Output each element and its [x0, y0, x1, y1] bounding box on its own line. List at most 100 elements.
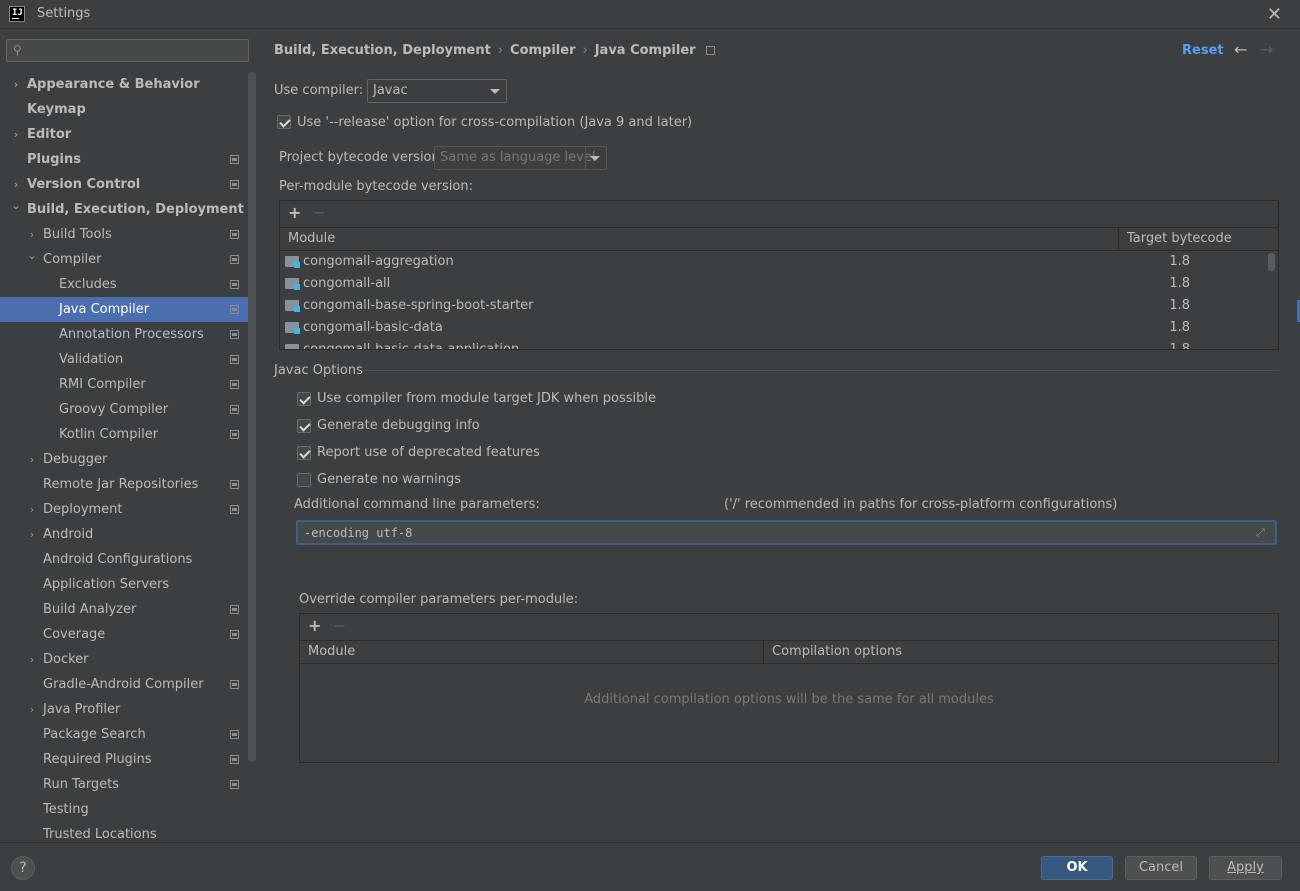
sidebar-item[interactable]: Annotation Processors [0, 322, 248, 347]
column-header-compilation-options[interactable]: Compilation options [763, 641, 1278, 663]
sidebar-item[interactable]: Keymap [0, 97, 248, 122]
table-row[interactable]: congomall-aggregation 1.8 [280, 251, 1268, 273]
reset-link[interactable]: Reset [1182, 43, 1224, 58]
table-header: Module Compilation options [300, 640, 1278, 664]
sidebar-item-label: Groovy Compiler [59, 402, 169, 417]
project-level-icon [230, 630, 239, 639]
chevron-right-icon[interactable]: › [10, 122, 22, 147]
breadcrumb-item-compiler[interactable]: Compiler [510, 43, 575, 58]
javac-option-checkbox[interactable] [297, 446, 311, 460]
sidebar-item[interactable]: Validation [0, 347, 248, 372]
module-target-version[interactable]: 1.8 [1169, 339, 1190, 349]
sidebar-item[interactable]: Plugins [0, 147, 248, 172]
sidebar-item[interactable]: Coverage [0, 622, 248, 647]
module-target-version[interactable]: 1.8 [1169, 251, 1190, 273]
table-scrollbar[interactable] [1268, 253, 1275, 271]
sidebar-item[interactable]: Kotlin Compiler [0, 422, 248, 447]
javac-option-label: Use compiler from module target JDK when… [317, 391, 656, 406]
column-header-module[interactable]: Module [300, 641, 763, 663]
chevron-right-icon[interactable]: › [26, 522, 38, 547]
project-level-icon [230, 680, 239, 689]
sidebar-item[interactable]: Java Compiler [0, 297, 248, 322]
project-level-icon [230, 305, 239, 314]
javac-option-checkbox[interactable] [297, 473, 311, 487]
sidebar-item-label: Validation [59, 352, 124, 367]
settings-search-box[interactable]: ⚲ [6, 39, 249, 62]
back-arrow-icon[interactable]: ← [1234, 40, 1247, 59]
cancel-button[interactable]: Cancel [1125, 856, 1197, 880]
bytecode-version-dropdown[interactable]: Same as language level [434, 146, 607, 170]
sidebar-item-label: Kotlin Compiler [59, 427, 159, 442]
table-row[interactable]: congomall-basic-data 1.8 [280, 317, 1268, 339]
project-level-icon [230, 155, 239, 164]
remove-icon[interactable]: − [333, 616, 346, 635]
expand-icon[interactable]: ⤢ [1256, 526, 1265, 540]
chevron-right-icon[interactable]: › [26, 647, 38, 672]
chevron-right-icon[interactable]: › [26, 447, 38, 472]
table-toolbar: + − [300, 614, 1278, 640]
sidebar-item[interactable]: › Appearance & Behavior [0, 72, 248, 97]
breadcrumb-item-build[interactable]: Build, Execution, Deployment [274, 43, 491, 58]
module-name: congomall-base-spring-boot-starter [303, 298, 534, 313]
module-target-version[interactable]: 1.8 [1169, 273, 1190, 295]
sidebar-item[interactable]: › Java Profiler [0, 697, 248, 722]
add-icon[interactable]: + [308, 616, 321, 635]
sidebar-scrollbar[interactable] [248, 72, 256, 762]
module-name: congomall-all [303, 276, 391, 291]
sidebar-item[interactable]: Groovy Compiler [0, 397, 248, 422]
sidebar-item-label: Debugger [43, 452, 108, 467]
sidebar-item-label: Appearance & Behavior [27, 77, 200, 92]
sidebar-item[interactable]: › Version Control [0, 172, 248, 197]
javac-option-checkbox[interactable] [297, 419, 311, 433]
module-target-version[interactable]: 1.8 [1169, 295, 1190, 317]
sidebar-item[interactable]: RMI Compiler [0, 372, 248, 397]
sidebar-item[interactable]: Gradle-Android Compiler [0, 672, 248, 697]
project-level-icon [230, 405, 239, 414]
column-header-module[interactable]: Module [280, 228, 1118, 250]
release-option-checkbox[interactable] [277, 115, 291, 129]
table-row[interactable]: congomall-basic-data-application 1.8 [280, 339, 1268, 349]
chevron-down-icon[interactable]: ⌄ [26, 243, 38, 268]
sidebar-item[interactable]: Required Plugins [0, 747, 248, 772]
add-icon[interactable]: + [288, 203, 301, 222]
sidebar-item[interactable]: Testing [0, 797, 248, 822]
close-icon[interactable]: ✕ [1267, 4, 1282, 25]
table-row[interactable]: congomall-base-spring-boot-starter 1.8 [280, 295, 1268, 317]
table-row[interactable]: congomall-all 1.8 [280, 273, 1268, 295]
settings-search-input[interactable] [31, 41, 241, 60]
sidebar-item[interactable]: Android Configurations [0, 547, 248, 572]
module-target-version[interactable]: 1.8 [1169, 317, 1190, 339]
sidebar-item[interactable]: Excludes [0, 272, 248, 297]
sidebar-item[interactable]: › Editor [0, 122, 248, 147]
sidebar-item[interactable]: › Debugger [0, 447, 248, 472]
breadcrumb-separator: › [497, 43, 504, 58]
sidebar-item[interactable]: ⌄ Build, Execution, Deployment [0, 197, 248, 222]
sidebar-item-label: Android Configurations [43, 552, 193, 567]
chevron-right-icon[interactable]: › [26, 497, 38, 522]
sidebar-item[interactable]: Package Search [0, 722, 248, 747]
help-button[interactable]: ? [11, 856, 35, 880]
chevron-right-icon[interactable]: › [26, 697, 38, 722]
additional-params-hint: ('/' recommended in paths for cross-plat… [724, 497, 1118, 512]
chevron-right-icon[interactable]: › [10, 72, 22, 97]
sidebar-item[interactable]: › Android [0, 522, 248, 547]
use-compiler-dropdown[interactable]: Javac [367, 79, 507, 103]
ok-button[interactable]: OK [1041, 856, 1113, 880]
javac-option-checkbox[interactable] [297, 392, 311, 406]
sidebar-item[interactable]: Application Servers [0, 572, 248, 597]
sidebar-item-label: Application Servers [43, 577, 170, 592]
sidebar-item[interactable]: Run Targets [0, 772, 248, 797]
sidebar-item-label: Remote Jar Repositories [43, 477, 199, 492]
sidebar-item[interactable]: Build Analyzer [0, 597, 248, 622]
sidebar-item[interactable]: ⌄ Compiler [0, 247, 248, 272]
chevron-down-icon[interactable]: ⌄ [10, 193, 22, 218]
additional-params-input[interactable] [296, 520, 1277, 545]
column-header-target-version[interactable]: Target bytecode version [1118, 228, 1278, 268]
sidebar-item[interactable]: › Docker [0, 647, 248, 672]
sidebar-item[interactable]: › Deployment [0, 497, 248, 522]
apply-button[interactable]: Apply [1209, 856, 1282, 880]
forward-arrow-icon[interactable]: → [1260, 40, 1273, 59]
remove-icon[interactable]: − [313, 203, 326, 222]
sidebar-item[interactable]: Remote Jar Repositories [0, 472, 248, 497]
table-body: congomall-aggregation 1.8 congomall-all 1.8… [280, 251, 1278, 349]
